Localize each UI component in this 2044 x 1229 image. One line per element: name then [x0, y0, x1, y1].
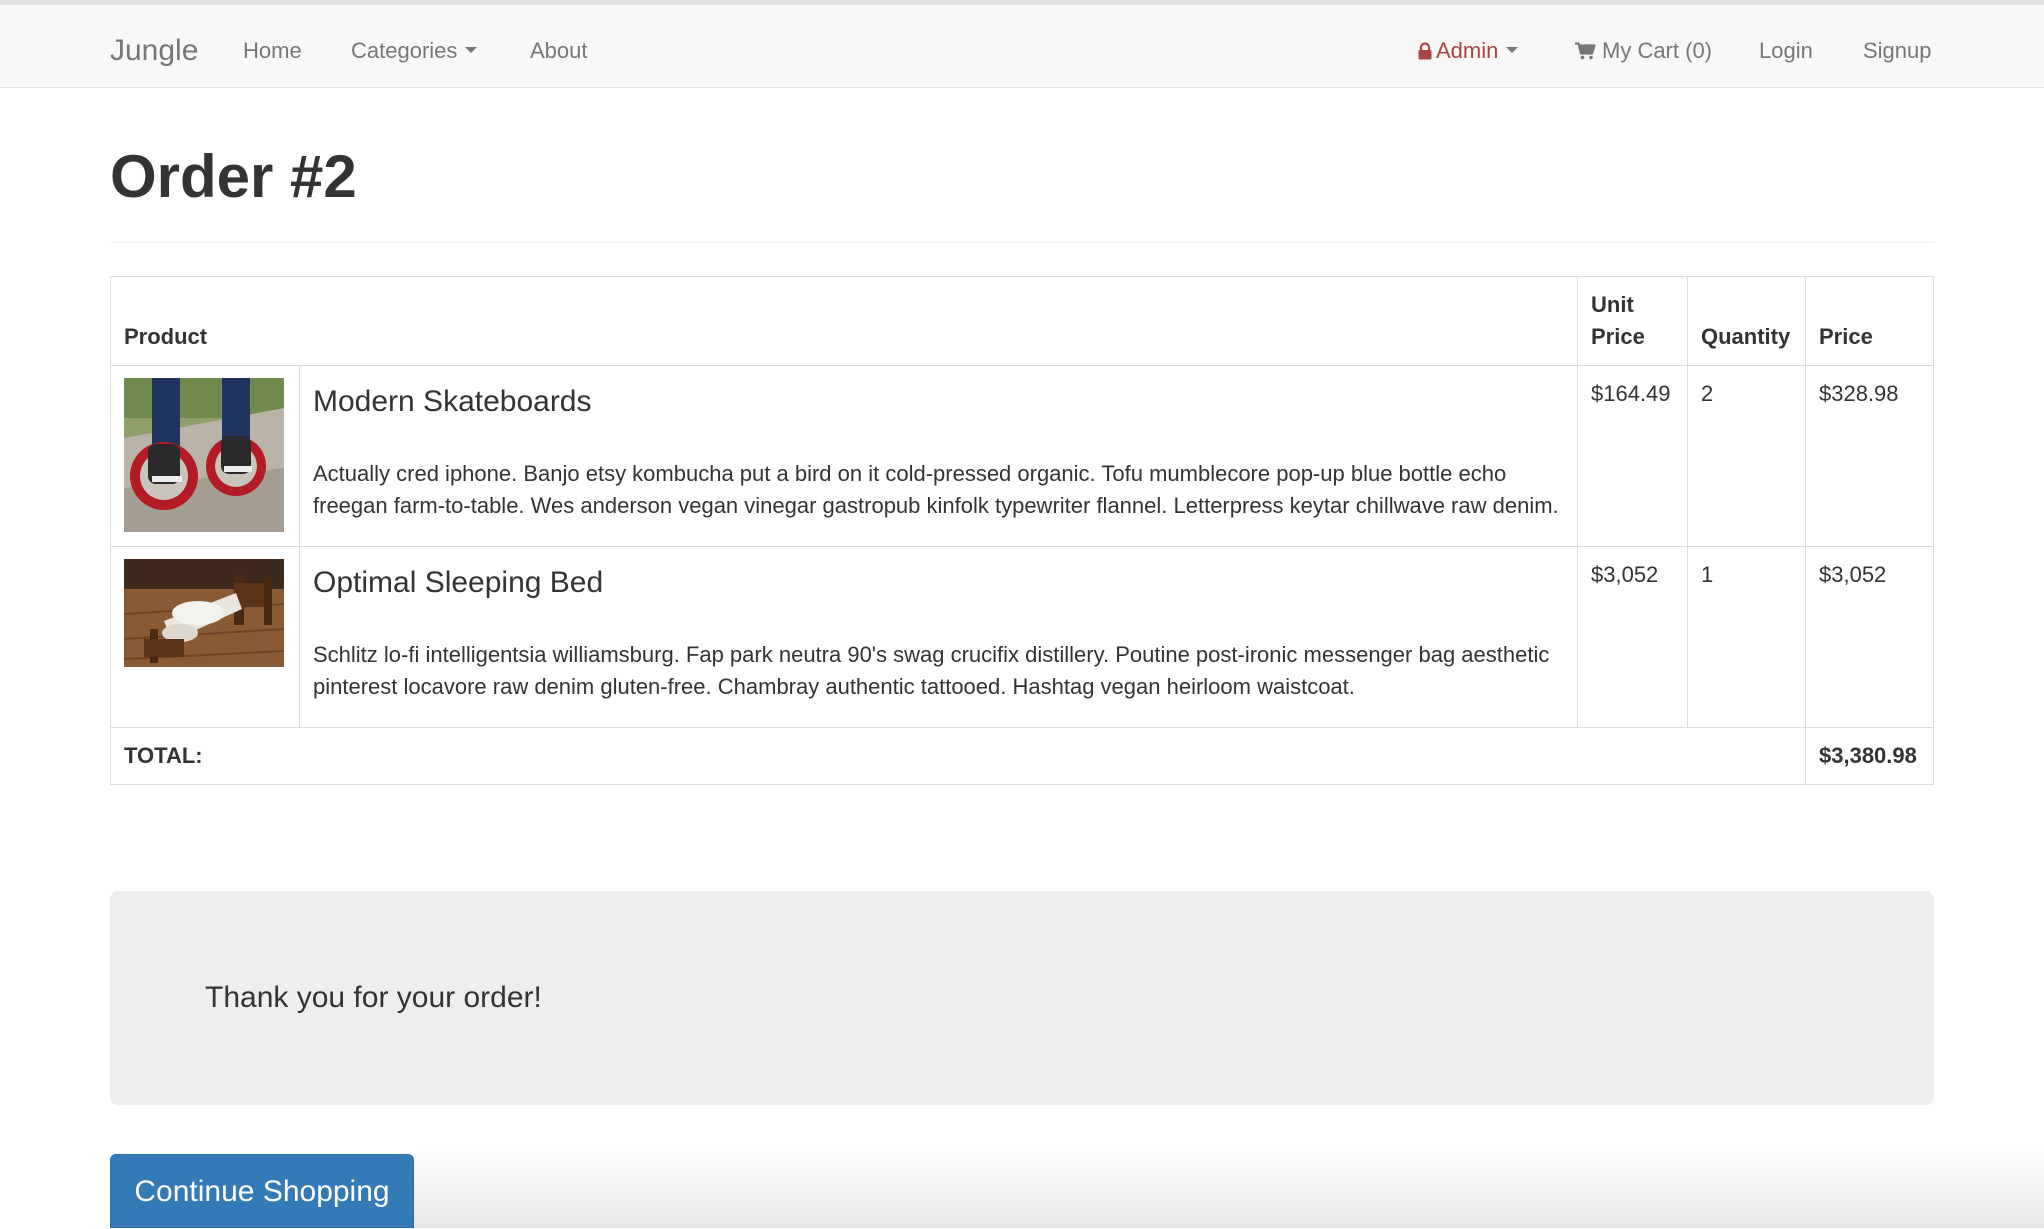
price-cell: $328.98: [1805, 365, 1934, 547]
nav-admin-label: Admin: [1436, 38, 1499, 63]
total-row: TOTAL: $3,380.98: [110, 727, 1934, 785]
unit-price-header-line2: Price: [1591, 324, 1645, 349]
product-name: Modern Skateboards: [313, 385, 592, 418]
chevron-down-icon: [465, 47, 478, 54]
product-details-cell: Optimal Sleeping Bed Schlitz lo-fi intel…: [299, 546, 1578, 728]
skateboard-photo: [124, 378, 284, 532]
nav-cart-label: My Cart (0): [1602, 38, 1712, 63]
title-divider: [110, 242, 1934, 243]
brand-link[interactable]: Jungle: [110, 34, 198, 68]
product-image-cell: [110, 365, 300, 547]
unit-price-cell: $3,052: [1577, 546, 1688, 728]
page-title: Order #2: [110, 143, 357, 210]
bed-photo: [124, 559, 284, 667]
product-description: Actually cred iphone. Banjo etsy kombuch…: [313, 461, 1559, 518]
nav-about-link[interactable]: About: [530, 36, 588, 66]
table-row: Optimal Sleeping Bed Schlitz lo-fi intel…: [110, 546, 1934, 728]
price-header: Price: [1805, 276, 1934, 366]
nav-cart-link[interactable]: My Cart (0): [1575, 36, 1712, 66]
nav-signup-link[interactable]: Signup: [1863, 36, 1932, 66]
product-description: Schlitz lo-fi intelligentsia williamsbur…: [313, 642, 1550, 699]
thank-you-message: Thank you for your order!: [205, 981, 542, 1014]
bottom-shadow: [414, 1148, 2044, 1228]
quantity-cell: 1: [1687, 546, 1806, 728]
nav-home-link[interactable]: Home: [243, 36, 302, 66]
total-label: TOTAL:: [110, 727, 1806, 785]
product-header: Product: [110, 276, 1578, 366]
continue-shopping-button[interactable]: Continue Shopping: [110, 1154, 414, 1228]
product-image-cell: [110, 546, 300, 728]
cart-icon: [1575, 42, 1596, 60]
nav-categories-label: Categories: [351, 38, 458, 63]
quantity-cell: 2: [1687, 365, 1806, 547]
nav-login-link[interactable]: Login: [1759, 36, 1813, 66]
unit-price-header: Unit Price: [1577, 276, 1688, 366]
table-header-row: Product Unit Price Quantity Price: [110, 276, 1934, 366]
lock-icon: [1418, 42, 1432, 60]
product-name: Optimal Sleeping Bed: [313, 566, 604, 599]
nav-categories-dropdown[interactable]: Categories: [351, 36, 478, 66]
table-row: Modern Skateboards Actually cred iphone.…: [110, 365, 1934, 547]
chevron-down-icon: [1506, 47, 1519, 54]
product-details-cell: Modern Skateboards Actually cred iphone.…: [299, 365, 1578, 547]
quantity-header: Quantity: [1687, 276, 1806, 366]
unit-price-cell: $164.49: [1577, 365, 1688, 547]
order-table: Product Unit Price Quantity Price Modern…: [110, 276, 1934, 785]
total-value: $3,380.98: [1805, 727, 1934, 785]
price-cell: $3,052: [1805, 546, 1934, 728]
top-navbar: Jungle Home Categories About Admin My Ca…: [0, 0, 2044, 88]
unit-price-header-line1: Unit: [1591, 292, 1634, 317]
nav-admin-dropdown[interactable]: Admin: [1418, 36, 1519, 66]
thank-you-panel: Thank you for your order!: [110, 891, 1934, 1105]
